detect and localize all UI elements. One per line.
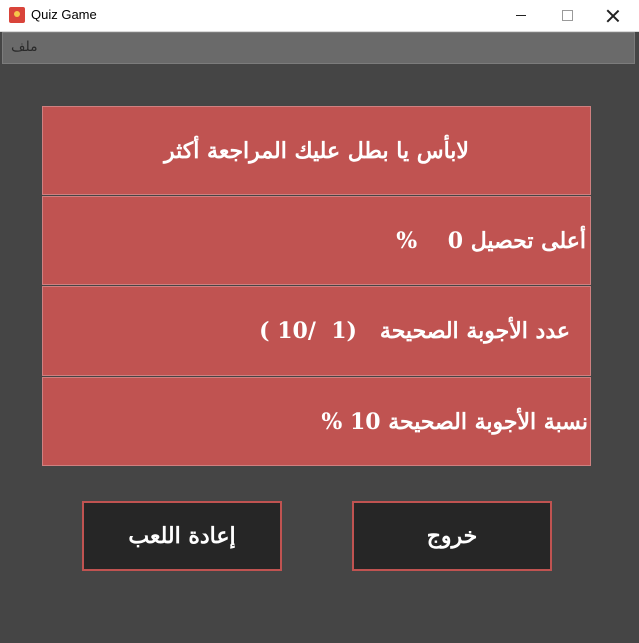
result-message: لابأس يا بطل عليك المراجعة أكثر — [164, 137, 469, 164]
correct-percent-panel: نسبة الأجوبة الصحيحة 10 % — [42, 377, 591, 466]
minimize-icon — [516, 15, 526, 16]
highest-score-panel: أعلى تحصيل 0 % — [42, 196, 591, 285]
close-icon — [606, 9, 620, 23]
window-title: Quiz Game — [31, 7, 97, 22]
menu-bar: ملف — [2, 32, 635, 64]
highest-score-text: أعلى تحصيل 0 % — [396, 227, 586, 254]
replay-button[interactable]: إعادة اللعب — [82, 501, 282, 571]
result-message-panel: لابأس يا بطل عليك المراجعة أكثر — [42, 106, 591, 195]
correct-percent-text: نسبة الأجوبة الصحيحة 10 % — [321, 408, 588, 435]
correct-count-text: عدد الأجوبة الصحيحة (1 /10 ) — [259, 318, 570, 344]
window-titlebar: Quiz Game — [0, 0, 639, 32]
close-button[interactable] — [590, 0, 636, 31]
maximize-button[interactable] — [544, 0, 590, 31]
exit-button[interactable]: خروج — [352, 501, 552, 571]
maximize-icon — [561, 10, 573, 21]
correct-count-panel: عدد الأجوبة الصحيحة (1 /10 ) — [42, 286, 591, 376]
menu-file[interactable]: ملف — [11, 39, 38, 55]
minimize-button[interactable] — [498, 0, 544, 31]
app-icon — [9, 7, 25, 23]
